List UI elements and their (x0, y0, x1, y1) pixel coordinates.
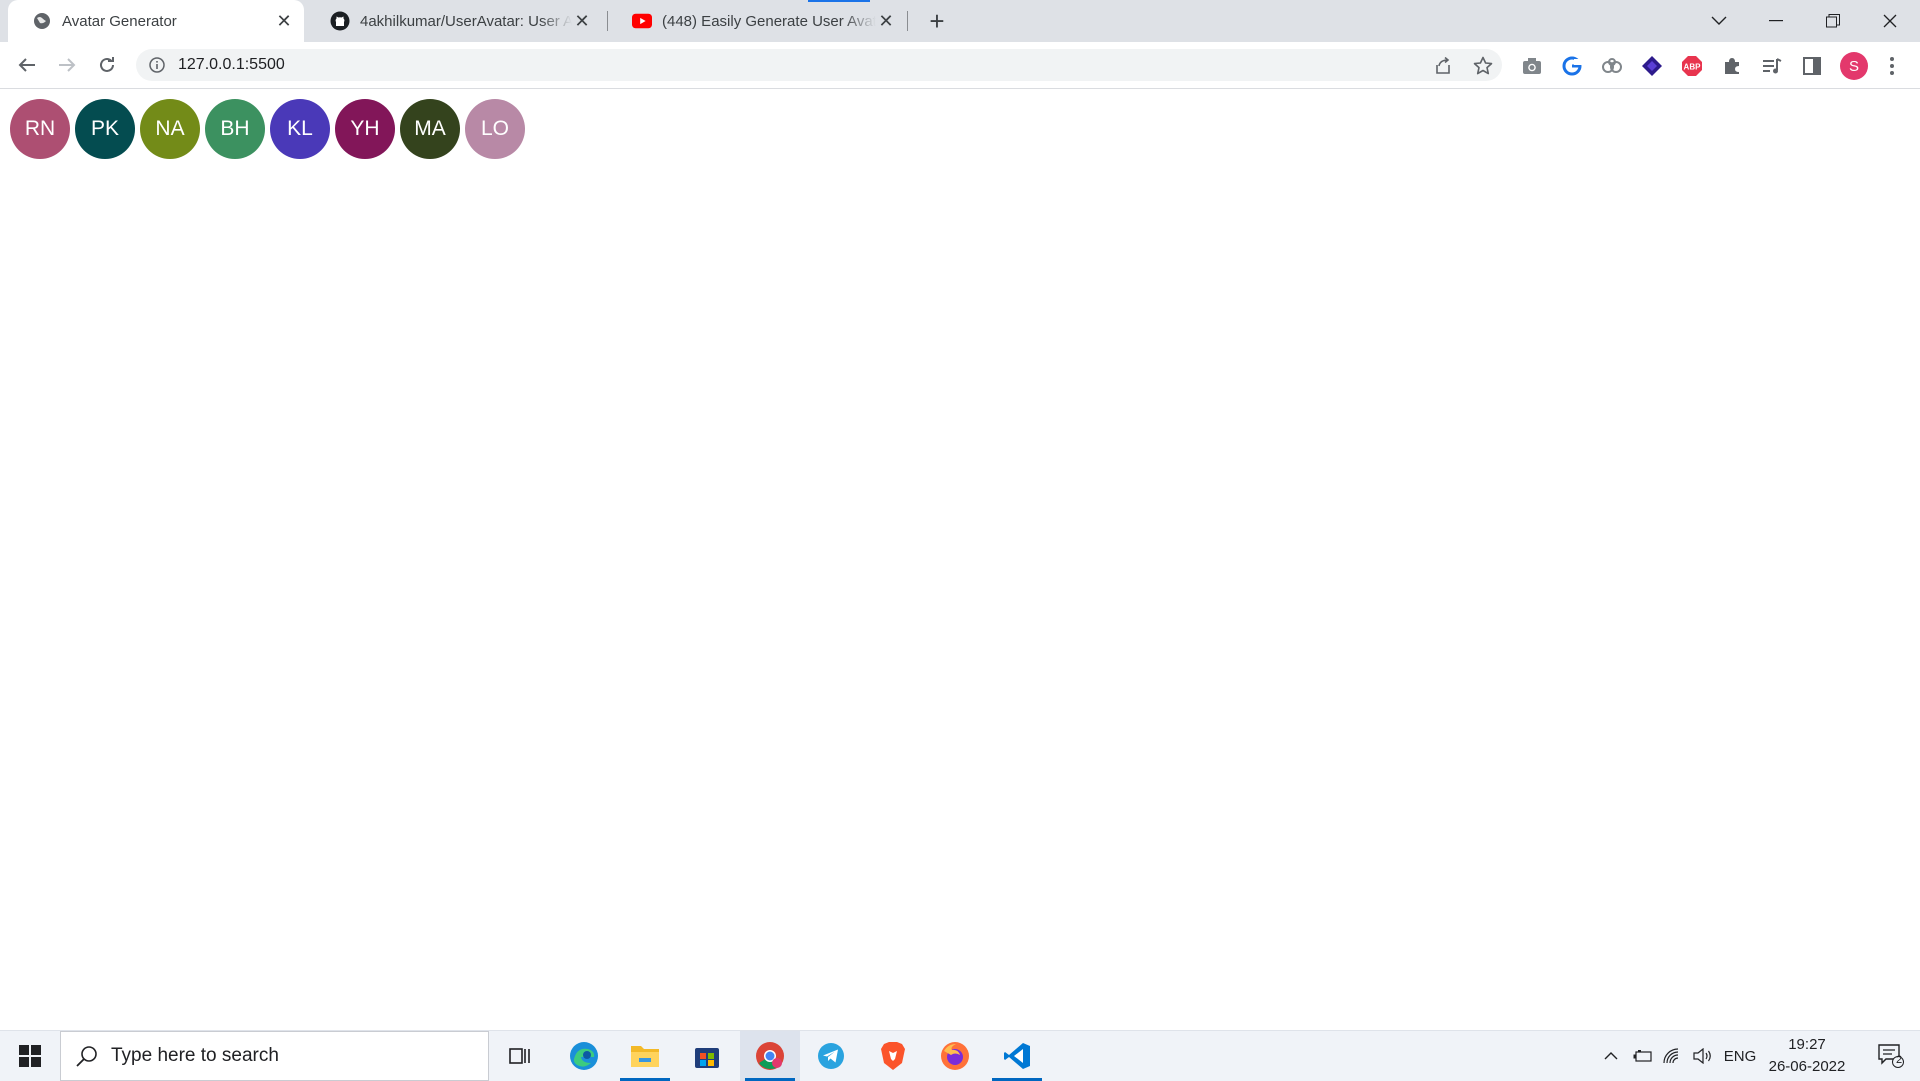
avatar: KL (270, 99, 330, 159)
chrome-icon (756, 1042, 784, 1070)
globe-icon (32, 11, 52, 31)
forward-button[interactable] (53, 51, 81, 79)
diamond-extension-icon[interactable] (1640, 54, 1664, 78)
windows-icon (19, 1045, 41, 1067)
taskbar: Type here to search ENG 19:27 26-06-2022… (0, 1030, 1920, 1081)
minimize-icon (1769, 20, 1783, 22)
clock[interactable]: 19:27 26-06-2022 (1762, 1031, 1852, 1081)
avatar: PK (75, 99, 135, 159)
browser-toolbar: 127.0.0.1:5500 ABP S (0, 42, 1920, 89)
firefox-icon (941, 1042, 969, 1070)
file-explorer-app[interactable] (615, 1031, 675, 1081)
tab-title: (448) Easily Generate User Avatar (662, 12, 876, 30)
search-icon (75, 1044, 99, 1068)
profile-avatar[interactable]: S (1840, 52, 1868, 80)
tab-github[interactable]: 4akhilkumar/UserAvatar: User Av ✕ (306, 0, 602, 42)
star-icon[interactable] (1472, 55, 1494, 77)
github-icon (330, 11, 350, 31)
search-placeholder: Type here to search (111, 1045, 279, 1066)
close-icon[interactable]: ✕ (274, 11, 294, 31)
brave-app[interactable] (863, 1031, 923, 1081)
notifications-button[interactable]: 2 (1866, 1031, 1916, 1081)
info-icon[interactable] (148, 56, 166, 74)
reload-icon (100, 57, 114, 72)
svg-text:ABP: ABP (1684, 63, 1702, 72)
edge-app[interactable] (554, 1031, 614, 1081)
clock-date: 26-06-2022 (1768, 1058, 1846, 1075)
restore-button[interactable] (1805, 0, 1861, 42)
folder-icon (631, 1046, 659, 1067)
arrow-left-icon (18, 58, 35, 72)
notification-count: 2 (1896, 1054, 1903, 1066)
taskbar-search-box[interactable]: Type here to search (60, 1031, 489, 1081)
new-tab-button[interactable]: + (922, 6, 952, 36)
close-icon (1883, 14, 1897, 28)
minimize-button[interactable] (1748, 0, 1804, 42)
restore-icon (1826, 14, 1840, 28)
chevron-up-icon (1604, 1052, 1618, 1060)
clock-time: 19:27 (1788, 1036, 1826, 1053)
adblock-icon[interactable]: ABP (1680, 54, 1704, 78)
start-button[interactable] (0, 1031, 60, 1081)
battery-icon[interactable] (1628, 1031, 1658, 1081)
wifi-icon[interactable] (1658, 1031, 1688, 1081)
avatar: RN (10, 99, 70, 159)
chrome-app[interactable] (740, 1031, 800, 1081)
camera-icon[interactable] (1520, 54, 1544, 78)
firefox-app[interactable] (925, 1031, 985, 1081)
avatar-list: RN PK NA BH KL YH MA LO (10, 99, 530, 159)
media-control-icon[interactable] (1760, 54, 1784, 78)
side-panel-icon[interactable] (1800, 54, 1824, 78)
tab-youtube[interactable]: (448) Easily Generate User Avatar ✕ (608, 0, 906, 42)
avatar: LO (465, 99, 525, 159)
language-indicator[interactable]: ENG (1720, 1031, 1760, 1081)
chevron-down-icon (1711, 16, 1727, 25)
telegram-icon (818, 1043, 844, 1069)
share-icon[interactable] (1432, 55, 1454, 77)
link-extension-icon[interactable] (1600, 54, 1624, 78)
reload-button[interactable] (93, 51, 121, 79)
url-text: 127.0.0.1:5500 (178, 56, 285, 73)
address-bar[interactable]: 127.0.0.1:5500 (136, 49, 1502, 81)
tab-search-button[interactable] (1691, 0, 1747, 42)
store-app[interactable] (677, 1031, 737, 1081)
close-icon[interactable]: ✕ (876, 11, 896, 31)
telegram-app[interactable] (801, 1031, 861, 1081)
puzzle-icon[interactable] (1720, 54, 1744, 78)
volume-icon[interactable] (1688, 1031, 1718, 1081)
close-icon[interactable]: ✕ (572, 11, 592, 31)
edge-icon (570, 1042, 598, 1070)
tab-separator (907, 11, 908, 31)
vscode-app[interactable] (987, 1031, 1047, 1081)
store-icon (695, 1048, 719, 1068)
youtube-icon (632, 11, 652, 31)
arrow-right-icon (59, 58, 76, 72)
tab-title: Avatar Generator (62, 12, 177, 30)
task-view-button[interactable] (490, 1031, 550, 1081)
profile-initial: S (1840, 52, 1868, 80)
tab-avatar-generator[interactable]: Avatar Generator ✕ (8, 0, 304, 42)
brave-icon (881, 1042, 905, 1070)
show-hidden-icons-button[interactable] (1596, 1031, 1626, 1081)
tab-title: 4akhilkumar/UserAvatar: User Av (360, 12, 572, 30)
avatar: MA (400, 99, 460, 159)
vscode-icon (1004, 1043, 1030, 1069)
avatar: BH (205, 99, 265, 159)
tab-strip: Avatar Generator ✕ 4akhilkumar/UserAvata… (0, 0, 1920, 42)
task-view-icon (509, 1048, 530, 1064)
avatar: NA (140, 99, 200, 159)
close-window-button[interactable] (1862, 0, 1918, 42)
back-button[interactable] (13, 51, 41, 79)
avatar: YH (335, 99, 395, 159)
kebab-menu-icon[interactable] (1880, 54, 1904, 78)
grammar-extension-icon[interactable] (1560, 54, 1584, 78)
